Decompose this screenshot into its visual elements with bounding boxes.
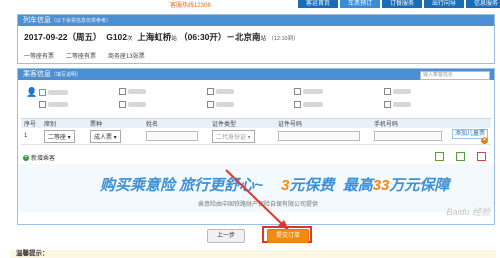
back-button[interactable]: 上一步: [207, 229, 245, 243]
submit-order-button[interactable]: 提交订单: [267, 229, 309, 243]
annotation-arrow: [225, 169, 289, 230]
tips-heading: 温馨提示：: [10, 250, 496, 258]
